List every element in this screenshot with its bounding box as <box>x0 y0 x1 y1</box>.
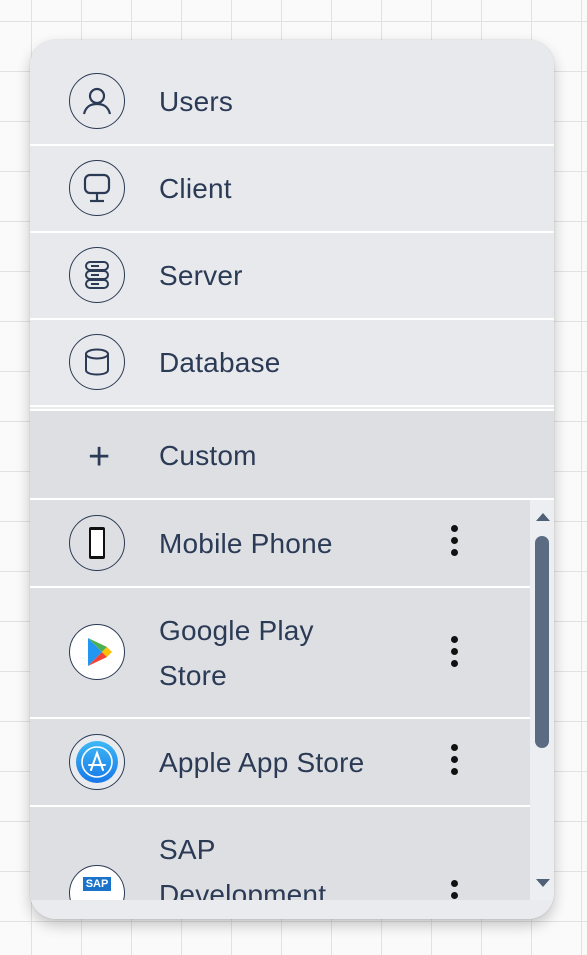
sap-logo-text: SAP <box>82 877 112 891</box>
panel-footer <box>30 900 554 919</box>
plus-icon: + <box>88 436 111 478</box>
custom-item-label: Mobile Phone <box>159 528 333 559</box>
user-icon <box>69 73 125 129</box>
custom-item-mobile-phone[interactable]: Mobile Phone <box>30 500 530 588</box>
more-options-icon[interactable] <box>448 744 460 775</box>
custom-item-label-line1: Google Play <box>159 615 314 646</box>
palette-item-server[interactable]: Server <box>30 233 554 320</box>
server-icon <box>69 247 125 303</box>
monitor-icon <box>69 160 125 216</box>
palette-item-client[interactable]: Client <box>30 146 554 233</box>
custom-item-google-play-store[interactable]: Google Play Store <box>30 588 530 719</box>
google-play-icon <box>69 624 125 680</box>
palette-item-label: Users <box>159 86 234 117</box>
more-options-icon[interactable] <box>448 525 460 556</box>
scrollbar-thumb[interactable] <box>535 536 549 748</box>
custom-item-apple-app-store[interactable]: Apple App Store <box>30 719 530 807</box>
custom-item-label: Apple App Store <box>159 747 365 778</box>
app-store-icon <box>69 734 125 790</box>
more-options-icon[interactable] <box>448 636 460 667</box>
component-palette: Users Client Server Database + Custom Mo… <box>30 40 554 919</box>
custom-section-button[interactable]: + Custom <box>30 409 554 500</box>
custom-items-list[interactable]: Mobile Phone Google Play Store Apple App… <box>30 500 530 900</box>
palette-item-label: Server <box>159 260 243 291</box>
custom-item-label-line1: SAP <box>159 834 216 865</box>
custom-item-sap-development[interactable]: SAP SAP Development <box>30 807 530 900</box>
palette-item-database[interactable]: Database <box>30 320 554 407</box>
scrollbar[interactable] <box>530 500 554 900</box>
sap-icon: SAP <box>69 865 125 900</box>
palette-item-label: Client <box>159 173 232 204</box>
scroll-up-arrow-icon[interactable] <box>536 513 550 521</box>
more-options-icon[interactable] <box>448 880 460 900</box>
palette-item-label: Database <box>159 347 281 378</box>
custom-item-label-line2: Store <box>159 660 227 691</box>
palette-item-users[interactable]: Users <box>30 40 554 146</box>
mobile-phone-icon <box>69 515 125 571</box>
custom-label: Custom <box>159 440 257 471</box>
database-icon <box>69 334 125 390</box>
scroll-down-arrow-icon[interactable] <box>536 879 550 887</box>
custom-item-label-line2: Development <box>159 879 327 900</box>
